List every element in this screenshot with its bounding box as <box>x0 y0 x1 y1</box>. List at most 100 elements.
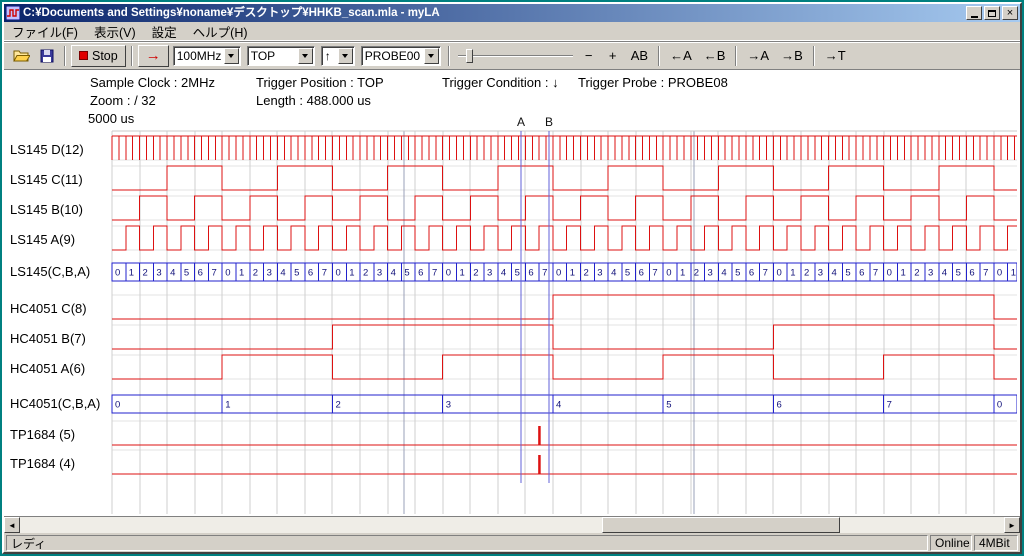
bus-value: 6 <box>198 268 203 279</box>
waveform-client: Sample Clock : 2MHz Trigger Position : T… <box>4 70 1020 517</box>
waveform-trace <box>112 325 1017 349</box>
minimize-icon <box>971 16 978 18</box>
channel-label: LS145(C,B,A) <box>10 264 110 279</box>
bus-value: 4 <box>391 268 396 279</box>
trigger-probe-select[interactable]: PROBE00 <box>361 46 441 66</box>
stop-button[interactable]: Stop <box>71 45 126 67</box>
channel-label: LS145 A(9) <box>10 232 110 247</box>
channel-label: TP1684 (4) <box>10 456 110 471</box>
goto-cursor-a-button[interactable]: ←A <box>665 46 697 66</box>
bus-value: 1 <box>239 268 244 279</box>
bus-value: 6 <box>776 400 781 411</box>
desktop: { "window": { "title": "C:¥Documents and… <box>0 0 1024 556</box>
bus-value: 4 <box>501 268 506 279</box>
sample-rate-select[interactable]: 100MHz <box>173 46 241 66</box>
waveform-plot[interactable]: 0123456701234567012345670123456701234567… <box>4 70 1017 516</box>
window-title: C:¥Documents and Settings¥noname¥デスクトップ¥… <box>23 4 964 22</box>
menu-help[interactable]: ヘルプ(H) <box>185 21 256 42</box>
bus-value: 4 <box>721 268 726 279</box>
waveform-trace <box>112 166 1017 190</box>
run-button[interactable]: → <box>138 45 169 67</box>
bus-value: 1 <box>129 268 134 279</box>
pulse-mark <box>538 426 541 445</box>
bus-value: 7 <box>763 268 768 279</box>
scrollbar-thumb[interactable] <box>602 517 840 533</box>
scroll-right-button[interactable]: ► <box>1004 517 1020 533</box>
bus-outline <box>112 395 1017 413</box>
bus-value: 1 <box>790 268 795 279</box>
bus-value: 6 <box>859 268 864 279</box>
chevron-down-icon[interactable] <box>424 48 439 64</box>
maximize-button[interactable] <box>984 6 1000 20</box>
waveform-trace <box>112 196 1017 220</box>
chevron-down-icon[interactable] <box>338 48 353 64</box>
bus-value: 0 <box>887 268 892 279</box>
set-cursor-a-button[interactable]: →A <box>742 46 774 66</box>
waveform-trace <box>112 355 1017 379</box>
bus-value: 2 <box>914 268 919 279</box>
bus-value: 4 <box>280 268 285 279</box>
bus-value: 7 <box>432 268 437 279</box>
bus-value: 2 <box>804 268 809 279</box>
bus-value: 0 <box>997 268 1002 279</box>
bus-value: 7 <box>873 268 878 279</box>
menu-settings[interactable]: 設定 <box>144 21 185 42</box>
trigger-edge-select[interactable]: ↑ <box>321 46 355 66</box>
horizontal-scrollbar[interactable]: ◄ ► <box>4 517 1020 533</box>
bus-value: 6 <box>418 268 423 279</box>
bus-value: 5 <box>515 268 520 279</box>
open-button[interactable] <box>9 45 33 67</box>
cursor-a-label: A <box>517 115 525 129</box>
bus-value: 1 <box>680 268 685 279</box>
open-folder-icon <box>13 49 30 63</box>
bus-value: 0 <box>666 268 671 279</box>
bus-value: 0 <box>225 268 230 279</box>
maximize-icon <box>988 10 996 17</box>
slider-thumb[interactable] <box>466 49 473 63</box>
bus-value: 0 <box>556 268 561 279</box>
menubar: ファイル(F) 表示(V) 設定 ヘルプ(H) <box>4 22 1020 41</box>
close-button[interactable]: × <box>1002 6 1018 20</box>
bus-value: 7 <box>542 268 547 279</box>
cursor-b-label: B <box>545 115 553 129</box>
pulse-mark <box>538 455 541 474</box>
bus-value: 5 <box>184 268 189 279</box>
bus-value: 5 <box>625 268 630 279</box>
bus-value: 5 <box>956 268 961 279</box>
stop-label: Stop <box>92 49 118 63</box>
trigger-edge-value: ↑ <box>322 49 338 63</box>
bus-value: 4 <box>170 268 175 279</box>
bus-value: 4 <box>611 268 616 279</box>
bus-value: 3 <box>156 268 161 279</box>
bus-value: 1 <box>225 400 230 411</box>
waveform-trace <box>112 295 1017 319</box>
titlebar[interactable]: C:¥Documents and Settings¥noname¥デスクトップ¥… <box>4 4 1020 22</box>
minimize-button[interactable] <box>966 6 982 20</box>
bus-value: 5 <box>845 268 850 279</box>
zoom-slider[interactable] <box>458 46 573 66</box>
bus-value: 0 <box>335 268 340 279</box>
chevron-down-icon[interactable] <box>224 48 239 64</box>
status-memory: 4MBit <box>974 535 1018 551</box>
bus-value: 0 <box>997 400 1002 411</box>
bus-value: 4 <box>942 268 947 279</box>
save-button[interactable] <box>35 45 59 67</box>
waveform-trace <box>112 136 1017 160</box>
channel-label: LS145 D(12) <box>10 142 110 157</box>
menu-file[interactable]: ファイル(F) <box>4 21 86 42</box>
chevron-down-icon[interactable] <box>298 48 313 64</box>
zoom-out-button[interactable]: − <box>578 46 600 66</box>
scroll-left-button[interactable]: ◄ <box>4 517 20 533</box>
goto-trigger-button[interactable]: →T <box>820 46 851 66</box>
zoom-in-button[interactable]: + <box>602 46 624 66</box>
bus-value: 3 <box>597 268 602 279</box>
trigger-position-select[interactable]: TOP <box>247 46 315 66</box>
status-message: レディ <box>6 535 928 551</box>
bus-outline <box>112 263 1017 281</box>
menu-view[interactable]: 表示(V) <box>86 21 144 42</box>
toolbar-separator <box>131 46 133 66</box>
cursor-ab-button[interactable]: AB <box>626 46 653 66</box>
bus-value: 0 <box>115 268 120 279</box>
goto-cursor-b-button[interactable]: ←B <box>699 46 731 66</box>
set-cursor-b-button[interactable]: →B <box>776 46 808 66</box>
